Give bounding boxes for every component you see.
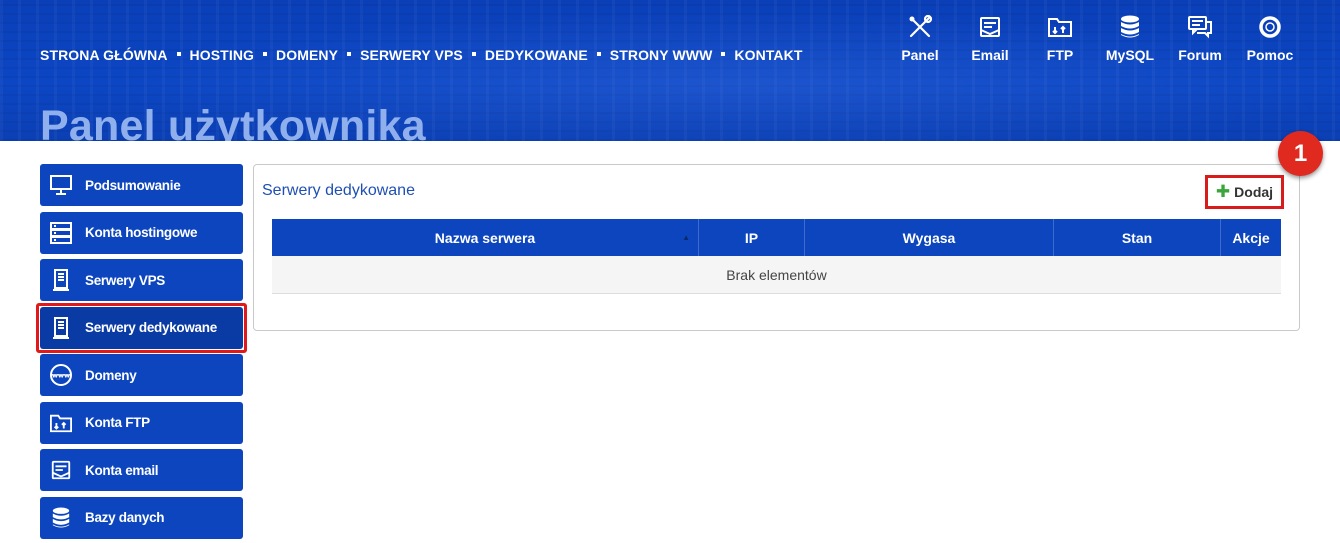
column-header-ip[interactable]: IP: [699, 219, 805, 256]
sidebar-item-label: Konta hostingowe: [85, 225, 198, 240]
sidebar-item-domains[interactable]: www Domeny: [40, 354, 243, 396]
server-icon: [49, 268, 73, 292]
sidebar-item-label: Konta email: [85, 462, 159, 478]
svg-text:www: www: [52, 372, 70, 380]
nav-link-websites[interactable]: STRONY WWW: [610, 47, 713, 63]
nav-separator: [471, 52, 476, 56]
servers-table: Nazwa serwera ▲ IP Wygasa Stan Akcje Bra…: [272, 219, 1281, 294]
panel-title: Serwery dedykowane: [262, 182, 415, 199]
sidebar-item-label: Konta FTP: [85, 415, 150, 430]
quick-tools: Panel Email FTP MySQL Forum Pomoc: [885, 14, 1305, 63]
header-banner: STRONA GŁÓWNA HOSTING DOMENY SERWERY VPS…: [0, 0, 1340, 141]
column-header-status[interactable]: Stan: [1054, 219, 1221, 256]
lifebuoy-icon: [1257, 14, 1283, 40]
table-empty-row: Brak elementów: [272, 256, 1281, 294]
nav-separator: [176, 52, 181, 56]
add-button-label: Dodaj: [1234, 184, 1274, 200]
column-header-label: Nazwa serwera: [434, 229, 536, 246]
sort-asc-icon: ▲: [682, 233, 690, 242]
sidebar-item-vps[interactable]: Serwery VPS: [40, 259, 243, 301]
dedicated-servers-panel: Serwery dedykowane ✚ Dodaj Nazwa serwera…: [253, 164, 1300, 331]
tool-forum[interactable]: Forum: [1165, 14, 1235, 63]
folder-icon: [49, 411, 73, 435]
top-nav: STRONA GŁÓWNA HOSTING DOMENY SERWERY VPS…: [40, 47, 803, 63]
tool-label: Forum: [1178, 47, 1222, 63]
nav-link-domains[interactable]: DOMENY: [276, 47, 338, 63]
tool-ftp[interactable]: FTP: [1025, 14, 1095, 63]
email-icon: [977, 14, 1003, 40]
sidebar-item-email-accounts[interactable]: Konta email: [40, 449, 243, 491]
nav-separator: [263, 52, 268, 56]
sidebar-item-label: Bazy danych: [85, 510, 165, 525]
globe-www-icon: www: [49, 363, 73, 387]
column-header-label: Stan: [1121, 229, 1153, 246]
tool-label: FTP: [1046, 47, 1074, 63]
nav-separator: [721, 52, 726, 56]
sidebar-item-label: Domeny: [85, 367, 137, 383]
sidebar-item-hosting-accounts[interactable]: Konta hostingowe: [40, 211, 243, 254]
folder-icon: [1047, 14, 1073, 40]
tool-email[interactable]: Email: [955, 14, 1025, 63]
empty-message: Brak elementów: [726, 266, 827, 283]
server-icon: [49, 316, 73, 340]
sidebar: Podsumowanie Konta hostingowe Serwery VP…: [36, 164, 247, 543]
nav-separator: [347, 52, 352, 56]
nav-link-vps[interactable]: SERWERY VPS: [360, 47, 463, 63]
nav-link-dedicated[interactable]: DEDYKOWANE: [485, 47, 588, 63]
nav-link-home[interactable]: STRONA GŁÓWNA: [40, 47, 168, 63]
add-button[interactable]: ✚ Dodaj: [1205, 175, 1284, 209]
column-header-expires[interactable]: Wygasa: [805, 219, 1054, 256]
tool-help[interactable]: Pomoc: [1235, 14, 1305, 63]
sidebar-item-label: Serwery VPS: [85, 272, 166, 288]
column-header-label: IP: [744, 229, 759, 246]
tool-label: Panel: [901, 47, 939, 63]
server-rack-icon: [49, 221, 73, 245]
tool-label: MySQL: [1105, 47, 1155, 63]
nav-link-hosting[interactable]: HOSTING: [190, 47, 254, 63]
email-icon: [49, 458, 73, 482]
plus-icon: ✚: [1215, 182, 1231, 201]
sidebar-item-summary[interactable]: Podsumowanie: [40, 164, 243, 206]
tool-mysql[interactable]: MySQL: [1095, 14, 1165, 63]
nav-separator: [596, 52, 601, 56]
tool-panel[interactable]: Panel: [885, 14, 955, 63]
sidebar-item-ftp-accounts[interactable]: Konta FTP: [40, 401, 243, 444]
tools-icon: [907, 14, 933, 40]
monitor-icon: [49, 173, 73, 197]
database-icon: [49, 506, 73, 530]
sidebar-item-dedicated-servers[interactable]: Serwery dedykowane: [36, 302, 247, 353]
column-header-actions: Akcje: [1221, 219, 1281, 256]
database-icon: [1117, 14, 1143, 40]
column-header-label: Wygasa: [902, 229, 956, 246]
page-title: Panel użytkownika: [40, 102, 426, 141]
nav-link-contact[interactable]: KONTAKT: [734, 47, 802, 63]
tool-label: Email: [971, 47, 1009, 63]
step-marker: 1: [1278, 131, 1323, 176]
column-header-name[interactable]: Nazwa serwera ▲: [272, 219, 699, 256]
table-header: Nazwa serwera ▲ IP Wygasa Stan Akcje: [272, 219, 1281, 256]
tool-label: Pomoc: [1246, 47, 1294, 63]
sidebar-item-label: Podsumowanie: [85, 177, 181, 193]
column-header-label: Akcje: [1232, 229, 1270, 246]
forum-icon: [1187, 14, 1213, 40]
sidebar-item-databases[interactable]: Bazy danych: [40, 496, 243, 539]
sidebar-item-label: Serwery dedykowane: [85, 320, 217, 335]
